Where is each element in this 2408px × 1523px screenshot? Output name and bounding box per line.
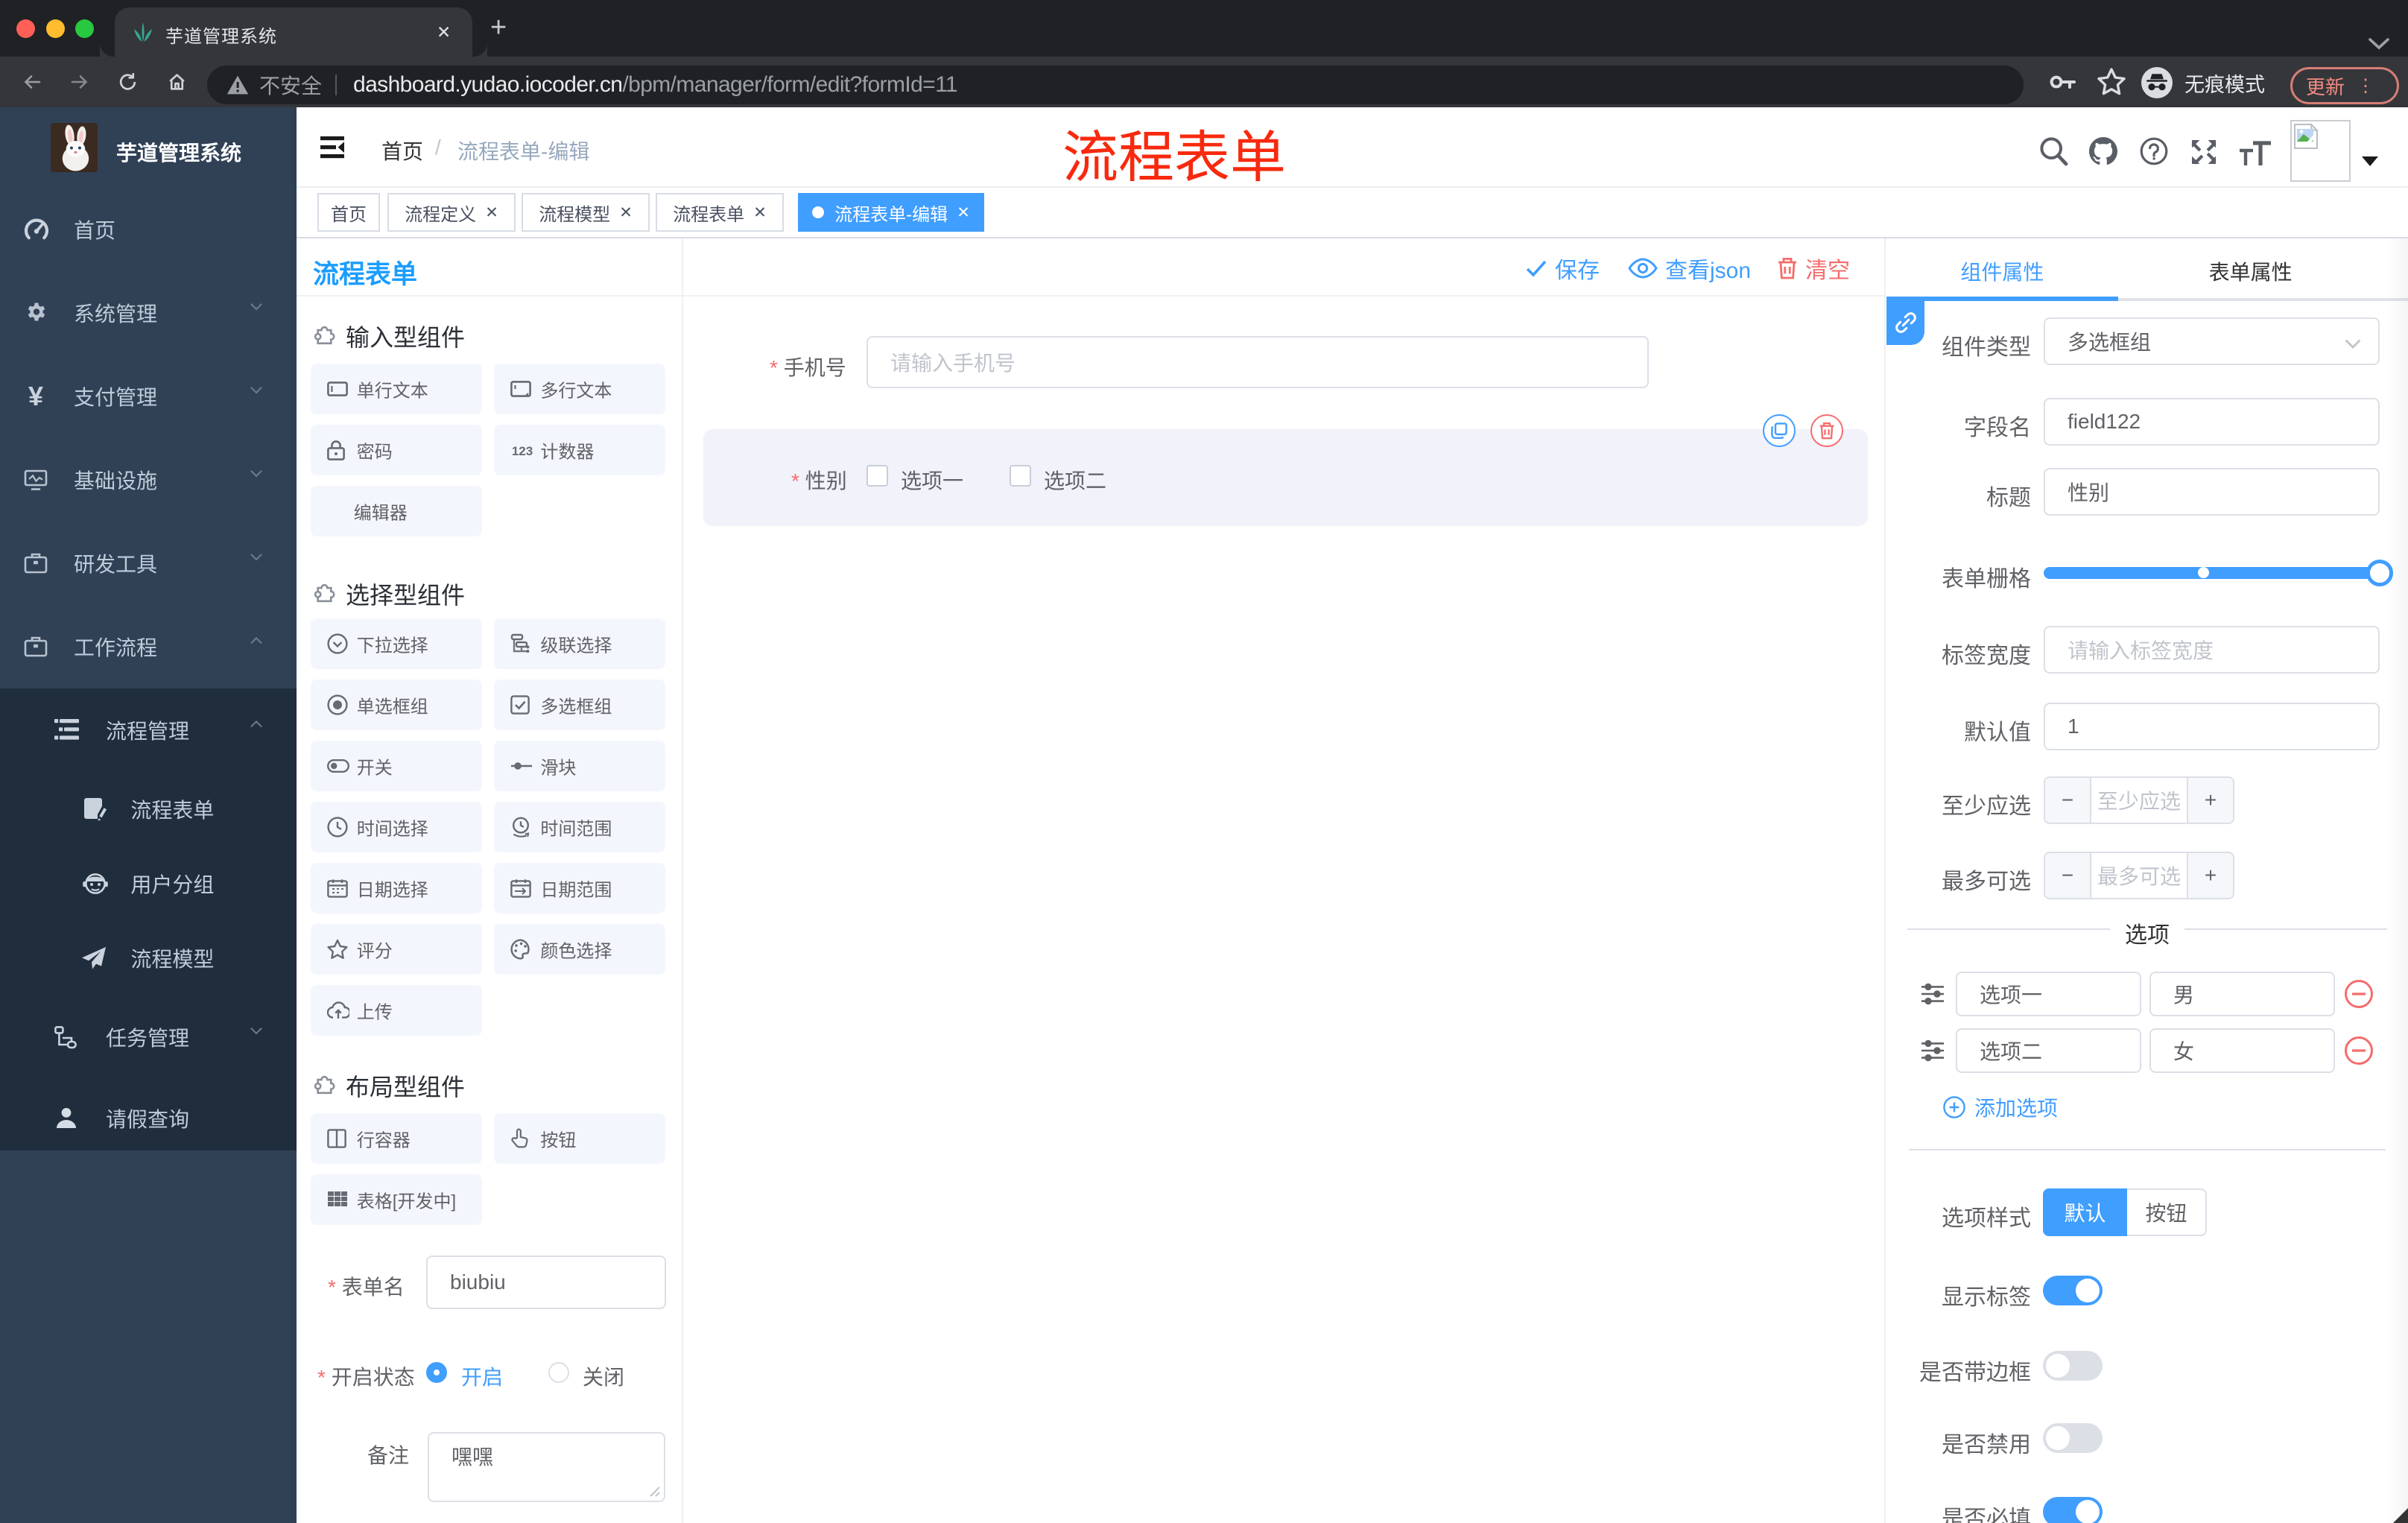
svg-text:123: 123 (512, 444, 533, 458)
svg-text:¥: ¥ (28, 382, 43, 411)
